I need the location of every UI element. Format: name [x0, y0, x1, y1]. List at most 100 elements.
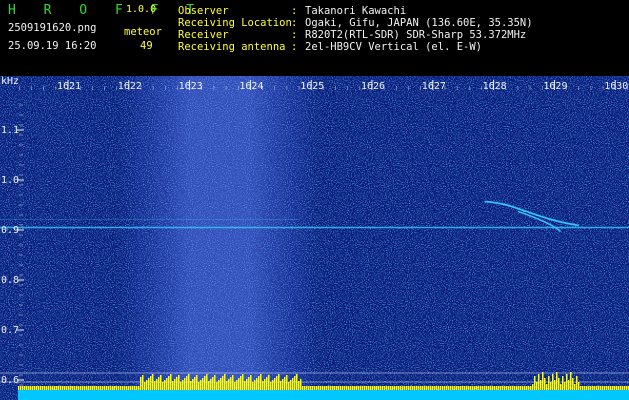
- power-bar: [250, 375, 252, 390]
- power-bar: [380, 386, 382, 390]
- power-bar: [478, 386, 480, 390]
- power-bar: [520, 386, 522, 390]
- power-bar: [428, 386, 430, 390]
- power-bar: [34, 386, 36, 390]
- power-bar: [516, 386, 518, 390]
- power-bar: [244, 381, 246, 390]
- power-bar: [508, 386, 510, 390]
- power-bar: [234, 382, 236, 390]
- power-bar: [608, 386, 610, 390]
- power-bar: [248, 377, 250, 390]
- power-bar: [606, 386, 608, 390]
- power-bar: [334, 386, 336, 390]
- power-bar: [146, 380, 148, 390]
- power-bar: [534, 376, 536, 390]
- power-bar: [134, 386, 136, 390]
- antenna-value: 2el-HB9CV Vertical (el. E-W): [305, 41, 483, 53]
- power-bar: [418, 386, 420, 390]
- power-bar: [348, 386, 350, 390]
- app-version: 1.0.0: [126, 4, 157, 15]
- x-tick-label: 1630: [604, 81, 628, 92]
- power-bar: [518, 386, 520, 390]
- meteor-count: 49: [140, 40, 153, 52]
- power-bar: [270, 382, 272, 390]
- power-bar: [158, 377, 160, 390]
- power-bar: [416, 386, 418, 390]
- app-logo: H R O F F T: [8, 3, 205, 18]
- power-bar: [312, 386, 314, 390]
- power-bar: [596, 386, 598, 390]
- power-bar: [440, 386, 442, 390]
- power-bar: [396, 386, 398, 390]
- power-bar: [346, 386, 348, 390]
- power-bar: [218, 380, 220, 390]
- power-bar: [118, 386, 120, 390]
- power-bar: [50, 386, 52, 390]
- power-bar: [116, 386, 118, 390]
- power-bar: [170, 374, 172, 390]
- power-bar: [246, 379, 248, 390]
- power-bar: [104, 386, 106, 390]
- power-bar: [88, 386, 90, 390]
- x-tick-label: 1625: [300, 81, 324, 92]
- power-bar: [258, 376, 260, 390]
- power-bar: [488, 386, 490, 390]
- power-bar: [462, 386, 464, 390]
- x-tick-label: 1627: [422, 81, 446, 92]
- power-bar: [586, 386, 588, 390]
- power-bar: [74, 386, 76, 390]
- power-bar: [354, 386, 356, 390]
- power-bar: [532, 384, 534, 390]
- power-bar: [492, 386, 494, 390]
- power-bar: [316, 386, 318, 390]
- power-bar: [446, 386, 448, 390]
- power-bar: [350, 386, 352, 390]
- power-bar: [100, 386, 102, 390]
- power-bar: [386, 386, 388, 390]
- power-bar: [432, 386, 434, 390]
- power-bar: [132, 386, 134, 390]
- power-bar: [332, 386, 334, 390]
- x-tick-label: 1621: [57, 81, 81, 92]
- power-bar: [618, 386, 620, 390]
- power-bar: [164, 380, 166, 390]
- power-bar: [550, 382, 552, 390]
- x-tick-label: 1629: [543, 81, 567, 92]
- power-bar: [84, 386, 86, 390]
- power-bar: [522, 386, 524, 390]
- power-bar: [192, 379, 194, 390]
- observer-label: Observer: [178, 5, 229, 17]
- power-bar: [126, 386, 128, 390]
- power-bar: [310, 386, 312, 390]
- power-bar: [444, 386, 446, 390]
- power-bar: [548, 376, 550, 390]
- power-bar: [336, 386, 338, 390]
- power-bar: [358, 386, 360, 390]
- power-bar: [502, 386, 504, 390]
- power-bar: [624, 386, 626, 390]
- power-bar: [558, 378, 560, 390]
- power-bar: [304, 386, 306, 390]
- power-bar: [222, 376, 224, 390]
- power-bar: [426, 386, 428, 390]
- power-bar: [610, 386, 612, 390]
- power-bar: [128, 386, 130, 390]
- power-bar: [568, 380, 570, 390]
- power-bar: [338, 386, 340, 390]
- power-bar: [442, 386, 444, 390]
- x-tick-label: 1628: [483, 81, 507, 92]
- power-bar: [242, 374, 244, 390]
- power-bar: [412, 386, 414, 390]
- power-bar: [274, 378, 276, 390]
- power-bar: [414, 386, 416, 390]
- power-bar: [96, 386, 98, 390]
- power-bar: [90, 386, 92, 390]
- power-bar: [340, 386, 342, 390]
- power-bar: [626, 386, 628, 390]
- power-bar: [224, 374, 226, 390]
- power-bar: [22, 386, 24, 390]
- power-bar: [328, 386, 330, 390]
- power-bar: [598, 386, 600, 390]
- power-bar: [504, 386, 506, 390]
- power-bar: [490, 386, 492, 390]
